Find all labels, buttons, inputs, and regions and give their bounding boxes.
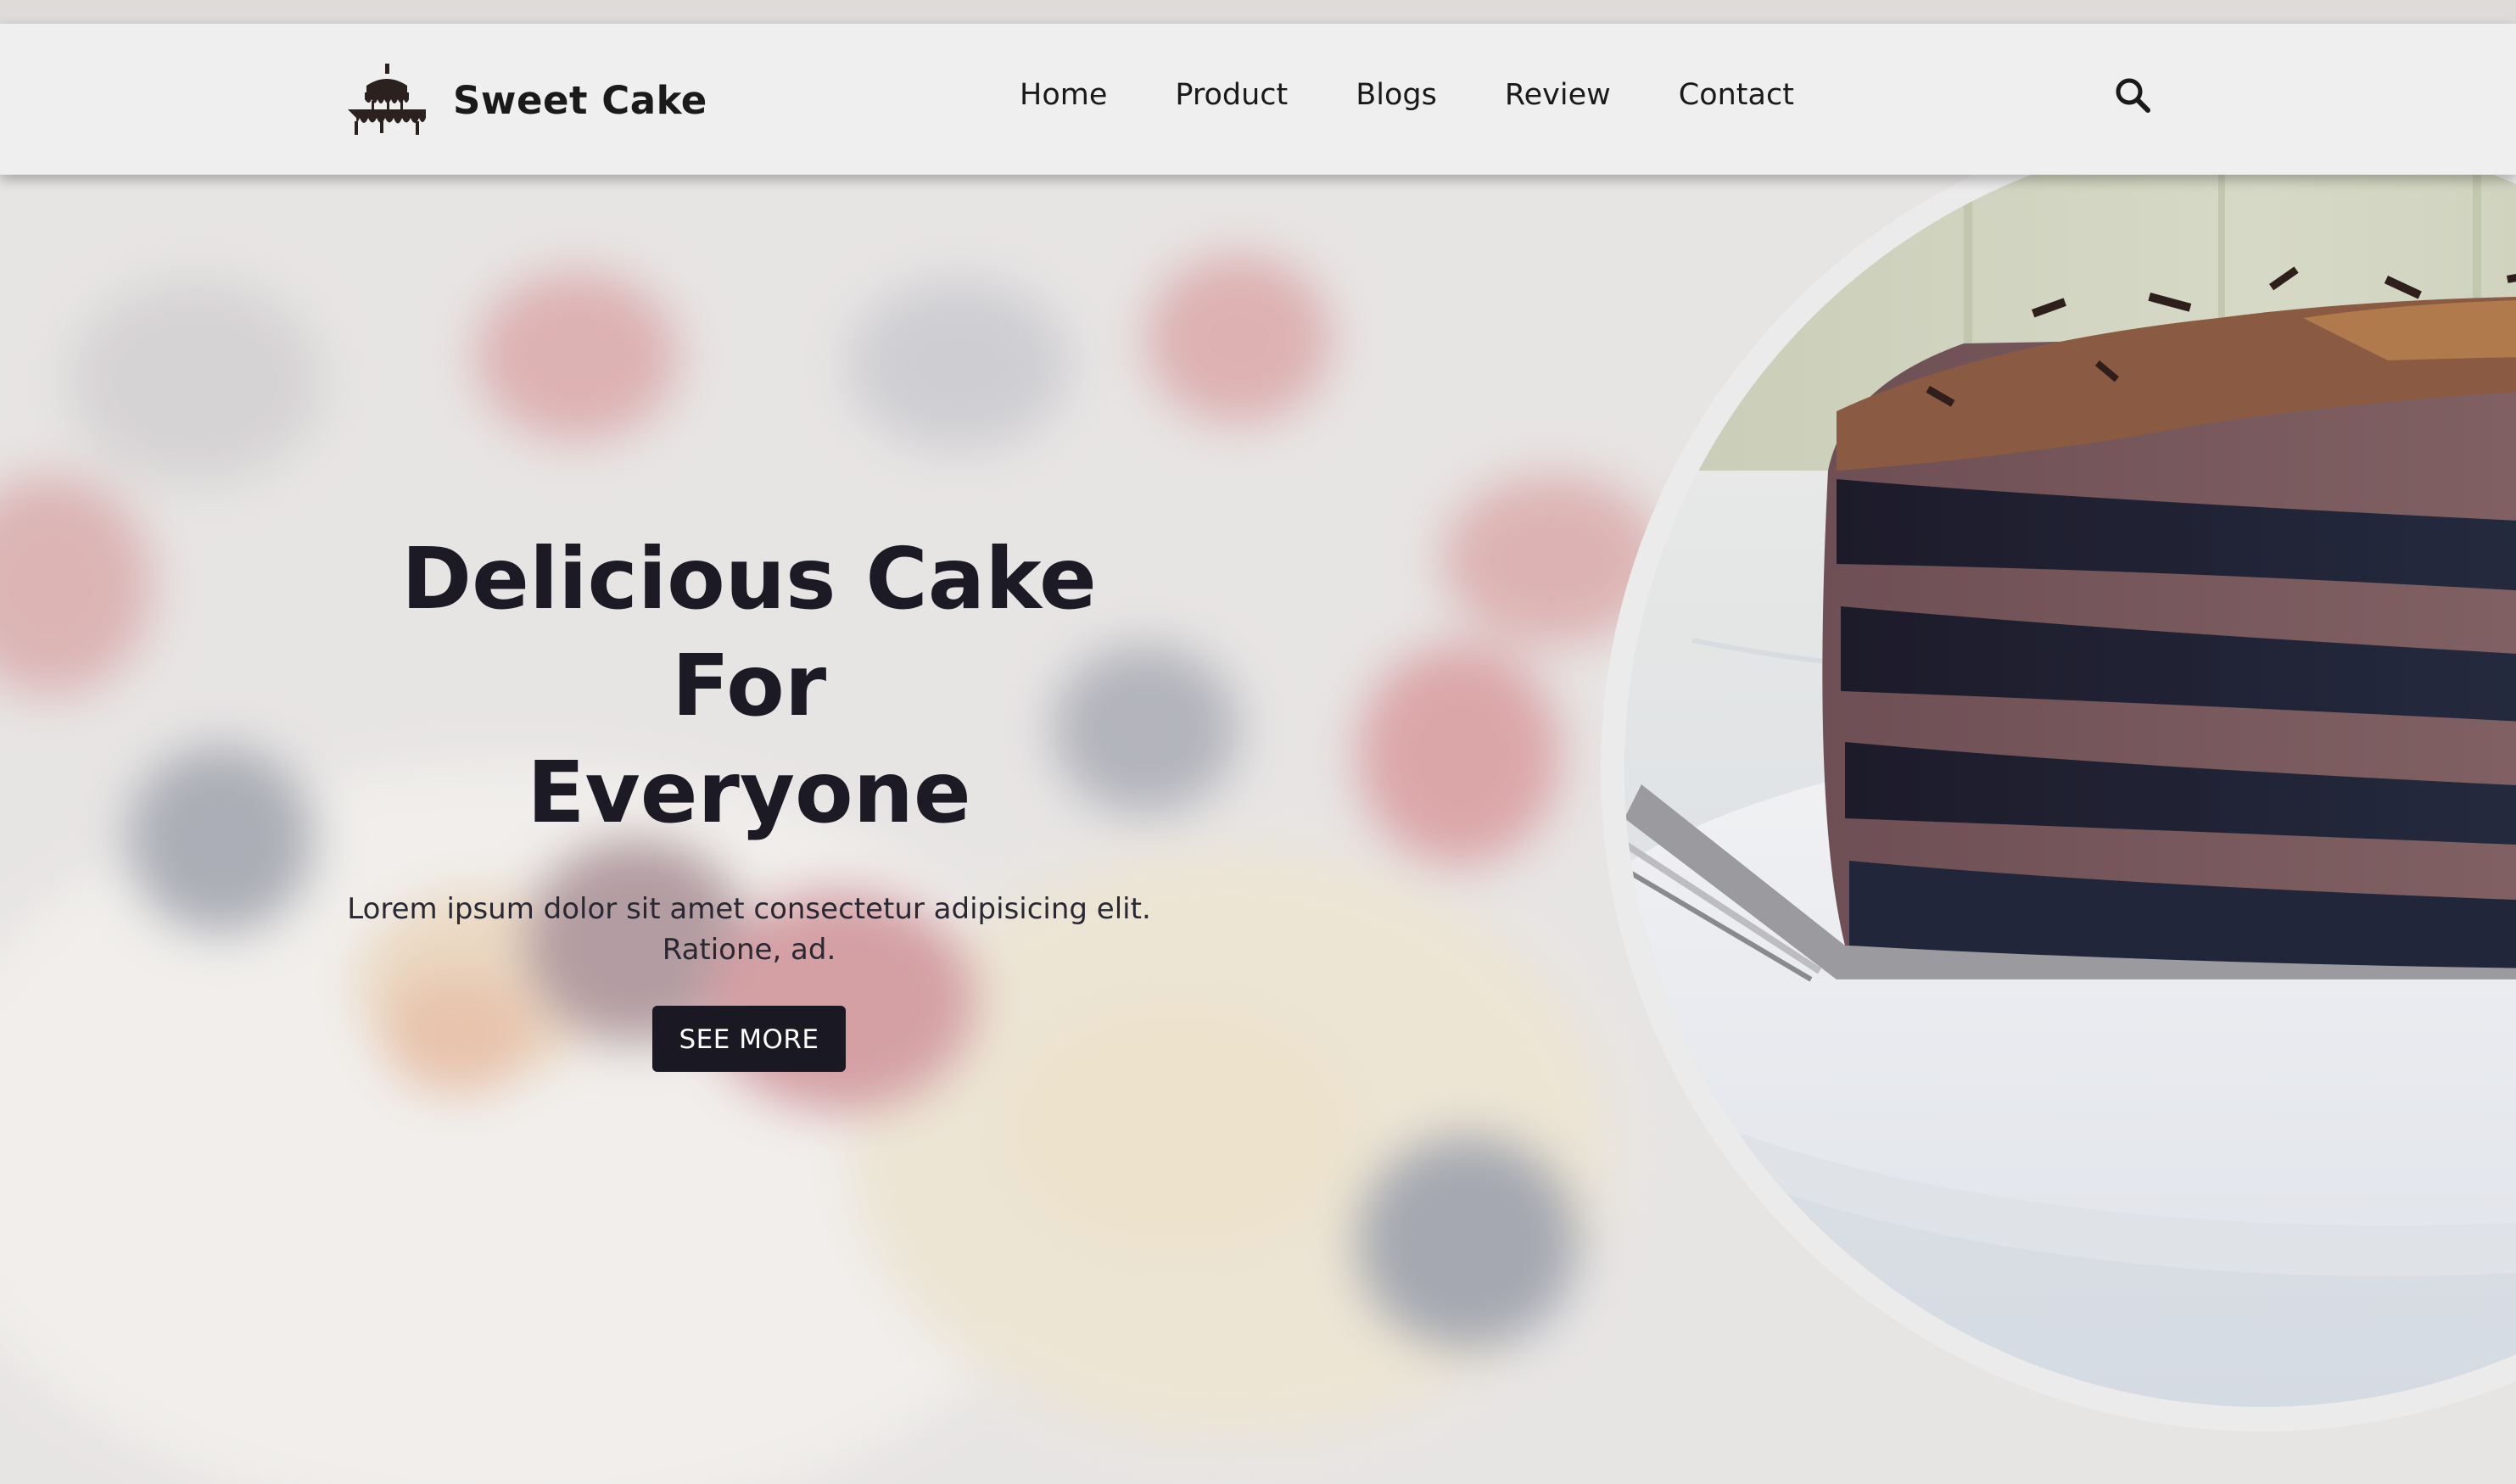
- hero-title-line-1: Delicious Cake For: [401, 529, 1097, 735]
- nav-contact[interactable]: Contact: [1679, 78, 1794, 112]
- hero-description: Lorem ipsum dolor sit amet consectetur a…: [339, 889, 1159, 970]
- main-nav: Home Product Blogs Review Contact: [1020, 78, 1794, 112]
- brand-link[interactable]: Sweet Cake: [343, 58, 707, 142]
- brand-name: Sweet Cake: [453, 77, 707, 123]
- site-header: Sweet Cake Home Product Blogs Review Con…: [0, 24, 2516, 175]
- hero-section: Delicious Cake For Everyone Lorem ipsum …: [339, 526, 1159, 1072]
- cake-icon: [343, 62, 431, 138]
- see-more-button[interactable]: SEE MORE: [652, 1006, 846, 1072]
- hero-title: Delicious Cake For Everyone: [339, 526, 1159, 846]
- search-button[interactable]: [2112, 75, 2155, 117]
- search-icon: [2116, 78, 2150, 113]
- hero-description-line-2: Ratione, ad.: [662, 933, 836, 967]
- nav-product[interactable]: Product: [1175, 78, 1288, 112]
- page: Sweet Cake Home Product Blogs Review Con…: [0, 0, 2516, 1484]
- top-strip: [0, 0, 2516, 24]
- hero-title-line-2: Everyone: [527, 743, 971, 842]
- nav-blogs[interactable]: Blogs: [1356, 78, 1437, 112]
- nav-home[interactable]: Home: [1020, 78, 1107, 112]
- nav-review[interactable]: Review: [1505, 78, 1611, 112]
- hero-description-line-1: Lorem ipsum dolor sit amet consectetur a…: [347, 892, 1151, 926]
